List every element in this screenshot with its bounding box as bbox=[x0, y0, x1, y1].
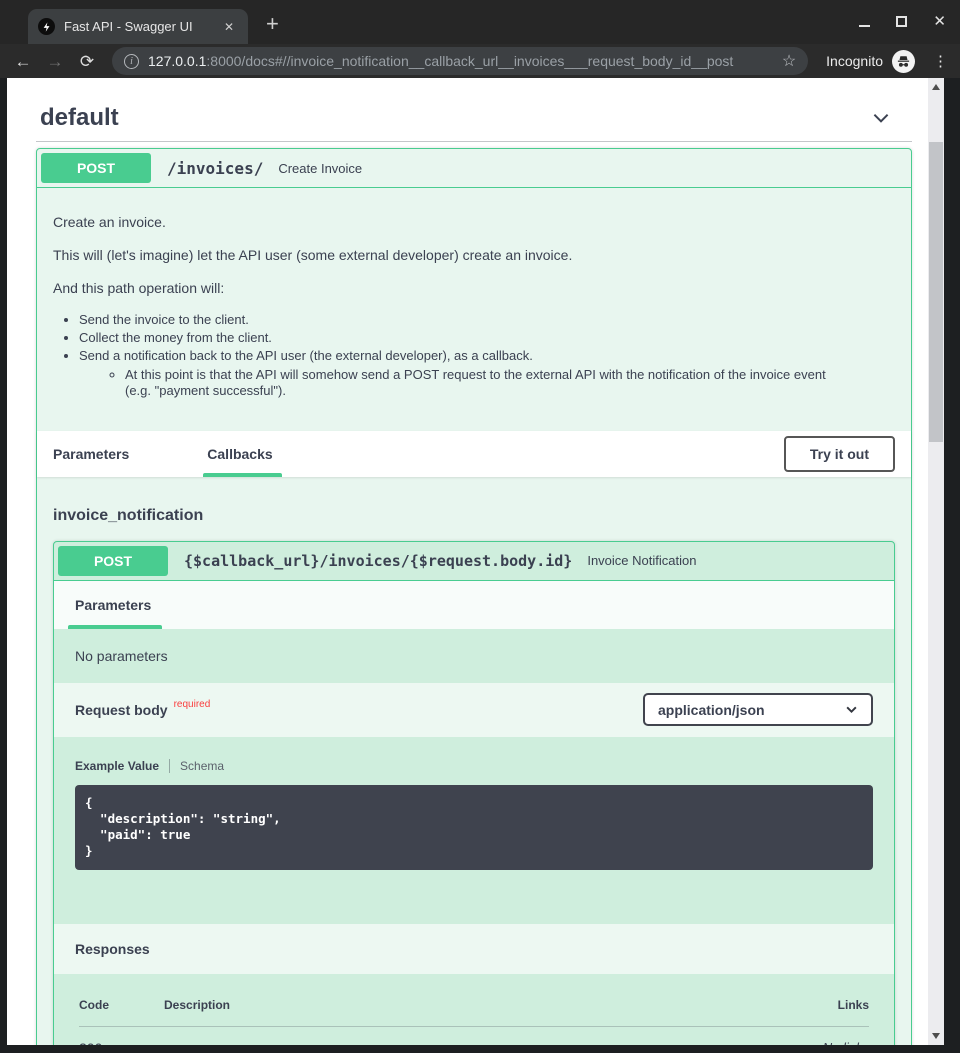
callback-summary[interactable]: POST {$callback_url}/invoices/{$request.… bbox=[54, 542, 894, 581]
code-line: "paid": true bbox=[85, 827, 863, 843]
browser-toolbar: ← → ⟳ i 127.0.0.1:8000/docs#//invoice_no… bbox=[0, 44, 960, 78]
description-paragraph: And this path operation will: bbox=[53, 280, 895, 296]
callback-summary-text: Invoice Notification bbox=[587, 553, 696, 568]
site-info-icon[interactable]: i bbox=[124, 54, 139, 69]
operation-summary-text: Create Invoice bbox=[278, 161, 362, 176]
url-path: :8000/docs#//invoice_notification__callb… bbox=[206, 53, 733, 69]
operation-path: /invoices/ bbox=[167, 159, 263, 178]
media-type-select[interactable]: application/json bbox=[643, 693, 873, 726]
code-line: { bbox=[85, 795, 863, 811]
window-controls: ✕ bbox=[859, 11, 946, 31]
incognito-icon bbox=[892, 50, 915, 73]
request-body-header: Request body required application/json bbox=[54, 683, 894, 737]
page-scrollbar[interactable] bbox=[928, 78, 944, 1045]
method-badge: POST bbox=[58, 546, 168, 576]
tab-divider bbox=[169, 759, 170, 773]
scrollbar-thumb[interactable] bbox=[929, 142, 943, 442]
minimize-button[interactable] bbox=[859, 25, 870, 27]
bookmark-star-icon[interactable]: ☆ bbox=[782, 51, 796, 71]
scroll-up-icon[interactable] bbox=[932, 84, 940, 90]
response-links: No links bbox=[809, 1040, 869, 1045]
list-item: Send the invoice to the client. bbox=[79, 313, 895, 328]
model-example-tabs: Example Value Schema bbox=[75, 759, 873, 773]
operation-section-header: Parameters Callbacks Try it out bbox=[37, 431, 911, 477]
operation-block: POST /invoices/ Create Invoice Create an… bbox=[36, 148, 912, 1045]
request-body-example-section: Example Value Schema { "description": "s… bbox=[54, 737, 894, 924]
window-close-button[interactable]: ✕ bbox=[933, 14, 946, 29]
tab-callbacks[interactable]: Callbacks bbox=[207, 446, 272, 462]
tag-title: default bbox=[40, 104, 119, 132]
page-viewport: default POST /invoices/ Create Invoice C… bbox=[7, 78, 928, 1045]
tab-example-value[interactable]: Example Value bbox=[75, 759, 159, 773]
reload-button[interactable]: ⟳ bbox=[74, 53, 100, 70]
tab-parameters[interactable]: Parameters bbox=[75, 597, 151, 613]
media-type-value: application/json bbox=[658, 702, 765, 718]
code-line: "description": "string", bbox=[85, 811, 863, 827]
no-parameters-row: No parameters bbox=[54, 629, 894, 683]
tag-section-header[interactable]: default bbox=[36, 94, 912, 142]
list-subitem: At this point is that the API will someh… bbox=[125, 367, 855, 400]
active-tab-underline bbox=[203, 473, 282, 477]
list-item: Collect the money from the client. bbox=[79, 331, 895, 346]
callback-operation-block: POST {$callback_url}/invoices/{$request.… bbox=[53, 541, 895, 1045]
description-paragraph: This will (let's imagine) let the API us… bbox=[53, 247, 895, 263]
request-body-label: Request body bbox=[75, 702, 168, 718]
operation-summary[interactable]: POST /invoices/ Create Invoice bbox=[37, 149, 911, 188]
response-row: 200 Successful Response No links bbox=[79, 1027, 869, 1045]
chevron-down-icon bbox=[845, 703, 858, 716]
method-badge: POST bbox=[41, 153, 151, 183]
response-code: 200 bbox=[79, 1040, 164, 1045]
new-tab-button[interactable]: + bbox=[266, 11, 279, 37]
responses-table-head: Code Description Links bbox=[79, 998, 869, 1027]
list-item: Send a notification back to the API user… bbox=[79, 349, 895, 399]
incognito-label: Incognito bbox=[826, 53, 883, 69]
callback-name: invoice_notification bbox=[53, 507, 895, 525]
code-line: } bbox=[85, 843, 863, 859]
callbacks-section: invoice_notification POST {$callback_url… bbox=[37, 477, 911, 1045]
forward-button[interactable]: → bbox=[42, 53, 68, 70]
responses-header: Responses bbox=[54, 924, 894, 974]
operation-description: Create an invoice. This will (let's imag… bbox=[37, 188, 911, 431]
address-bar[interactable]: i 127.0.0.1:8000/docs#//invoice_notifica… bbox=[112, 47, 808, 75]
chevron-down-icon[interactable] bbox=[870, 107, 892, 129]
required-flag: required bbox=[174, 699, 211, 710]
response-description: Successful Response bbox=[164, 1040, 809, 1045]
maximize-button[interactable] bbox=[896, 16, 907, 27]
callback-path: {$callback_url}/invoices/{$request.body.… bbox=[184, 552, 572, 570]
browser-tab[interactable]: Fast API - Swagger UI ✕ bbox=[28, 9, 248, 44]
column-description: Description bbox=[164, 998, 809, 1012]
browser-tab-strip: Fast API - Swagger UI ✕ + ✕ bbox=[0, 0, 960, 44]
scroll-down-icon[interactable] bbox=[932, 1033, 940, 1039]
active-tab-underline bbox=[68, 625, 162, 629]
url-text: 127.0.0.1:8000/docs#//invoice_notificati… bbox=[148, 53, 769, 69]
description-sublist: At this point is that the API will someh… bbox=[125, 367, 895, 400]
tab-parameters[interactable]: Parameters bbox=[53, 446, 129, 462]
example-code-block: { "description": "string", "paid": true … bbox=[75, 785, 873, 870]
column-links: Links bbox=[809, 998, 869, 1012]
description-paragraph: Create an invoice. bbox=[53, 214, 895, 230]
column-code: Code bbox=[79, 998, 164, 1012]
try-it-out-button[interactable]: Try it out bbox=[784, 436, 895, 472]
back-button[interactable]: ← bbox=[10, 53, 36, 70]
responses-label: Responses bbox=[75, 941, 150, 957]
url-host: 127.0.0.1 bbox=[148, 53, 206, 69]
fastapi-favicon-icon bbox=[38, 18, 55, 35]
tab-schema[interactable]: Schema bbox=[180, 759, 224, 773]
description-list: Send the invoice to the client. Collect … bbox=[79, 313, 895, 399]
tab-title: Fast API - Swagger UI bbox=[64, 19, 211, 34]
incognito-indicator: Incognito bbox=[826, 50, 915, 73]
tab-close-icon[interactable]: ✕ bbox=[220, 18, 238, 36]
browser-menu-icon[interactable]: ⋮ bbox=[933, 52, 948, 70]
responses-table: Code Description Links 200 Successful Re… bbox=[54, 974, 894, 1045]
callback-parameters-header: Parameters bbox=[54, 581, 894, 629]
